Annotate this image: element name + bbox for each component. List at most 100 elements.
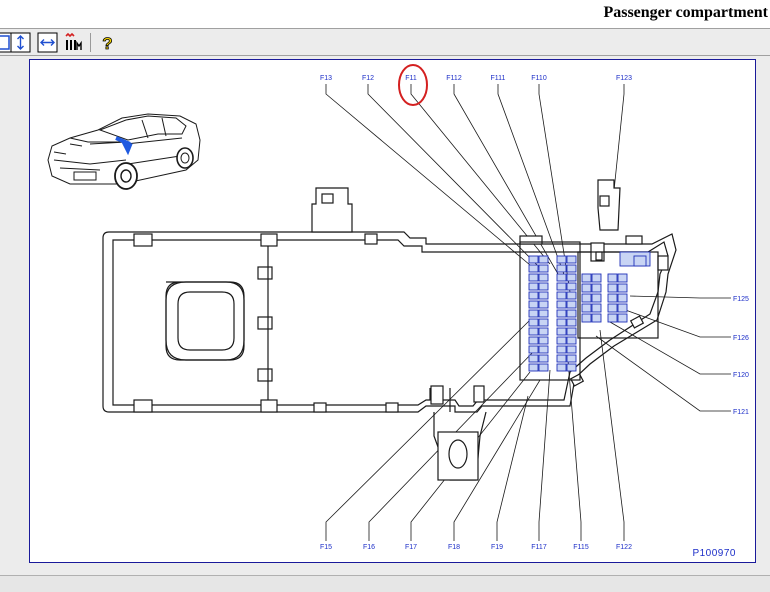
title-bar: Passenger compartment bbox=[0, 0, 770, 28]
fuse-slot bbox=[566, 345, 577, 354]
fuse-slot bbox=[528, 291, 539, 300]
fuse-label-f112: F112 bbox=[446, 75, 462, 82]
fuse-slot bbox=[538, 255, 549, 264]
fuse-slot bbox=[556, 318, 567, 327]
fuse-slot bbox=[617, 303, 628, 313]
fuse-slot bbox=[538, 318, 549, 327]
fuse-slot bbox=[581, 273, 592, 283]
fuse-slot bbox=[591, 313, 602, 323]
fuse-slot bbox=[566, 327, 577, 336]
fuse-label-f126: F126 bbox=[733, 335, 749, 342]
fuse-label-f111: F111 bbox=[491, 75, 506, 82]
fuse-slot bbox=[607, 273, 618, 283]
leader-line-f121 bbox=[595, 335, 731, 412]
fuse-slot bbox=[607, 313, 618, 323]
fuse-slot bbox=[566, 309, 577, 318]
fuse-slot bbox=[538, 309, 549, 318]
fuse-slot bbox=[566, 336, 577, 345]
fuse-label-f13: F13 bbox=[320, 75, 332, 82]
fuse-slot bbox=[556, 309, 567, 318]
fit-height-button[interactable] bbox=[10, 32, 31, 53]
fuse-slot bbox=[556, 336, 567, 345]
fuse-slot bbox=[591, 293, 602, 303]
fuse-slot bbox=[528, 255, 539, 264]
fuse-slot bbox=[556, 282, 567, 291]
fuse-label-f125: F125 bbox=[733, 296, 749, 303]
fuse-slot bbox=[581, 303, 592, 313]
fuse-label-f15: F15 bbox=[320, 544, 332, 551]
reference-code: P100970 bbox=[692, 548, 736, 559]
fuse-label-f115: F115 bbox=[573, 544, 589, 551]
leader-line-f122 bbox=[599, 329, 625, 541]
help-button[interactable]: ? bbox=[97, 32, 118, 53]
fuse-label-f120: F120 bbox=[733, 372, 749, 379]
leader-line-f117 bbox=[538, 369, 551, 541]
fuse-slot bbox=[538, 363, 549, 372]
fuse-slot bbox=[556, 291, 567, 300]
fuse-label-f122: F122 bbox=[616, 544, 632, 551]
leader-line-f15 bbox=[325, 319, 531, 541]
fuse-slot bbox=[538, 354, 549, 363]
fuse-slot bbox=[538, 273, 549, 282]
fit-height-icon bbox=[10, 32, 31, 53]
fuse-slot bbox=[528, 318, 539, 327]
fuse-label-f16: F16 bbox=[363, 544, 375, 551]
fuse-label-f123: F123 bbox=[616, 75, 632, 82]
fuse-label-f117: F117 bbox=[531, 544, 547, 551]
fuse-slot bbox=[556, 363, 567, 372]
leader-line-f13 bbox=[325, 84, 531, 266]
fuse-label-f110: F110 bbox=[531, 75, 547, 82]
leader-line-f112 bbox=[453, 84, 559, 275]
leader-line-f115 bbox=[567, 359, 582, 541]
fuse-slot bbox=[538, 264, 549, 273]
fuse-list-button[interactable] bbox=[63, 32, 84, 53]
fuse-slot bbox=[528, 282, 539, 291]
fuse-slot bbox=[528, 273, 539, 282]
fuse-slot bbox=[528, 345, 539, 354]
fuse-slot bbox=[538, 345, 549, 354]
fuse-slot bbox=[566, 282, 577, 291]
fit-width-button[interactable] bbox=[37, 32, 58, 53]
fuse-label-f18: F18 bbox=[448, 544, 460, 551]
fuse-slot bbox=[617, 313, 628, 323]
fuse-slot bbox=[591, 303, 602, 313]
fuse-slot bbox=[566, 363, 577, 372]
fit-width-icon bbox=[37, 32, 58, 53]
fuse-slot bbox=[528, 354, 539, 363]
window-title: Passenger compartment bbox=[603, 4, 768, 21]
status-bar bbox=[0, 575, 770, 592]
fuse-slot bbox=[528, 300, 539, 309]
fuse-slot bbox=[556, 255, 567, 264]
fuse-slot bbox=[566, 300, 577, 309]
highlighted-fuse-marker bbox=[398, 64, 428, 106]
fuse-slot bbox=[581, 313, 592, 323]
fuse-slot bbox=[581, 293, 592, 303]
fuse-slot bbox=[566, 291, 577, 300]
fuse-slot bbox=[591, 283, 602, 293]
fuse-slot bbox=[556, 354, 567, 363]
fuse-label-f12: F12 bbox=[362, 75, 374, 82]
relay-slot bbox=[633, 255, 647, 267]
car-locator-illustration bbox=[47, 113, 201, 190]
fuse-box-diagram-panel: F13 F12 F11 F112 F111 F110 F123 F15 F16 F17 F18 F19… bbox=[29, 59, 756, 563]
fuse-slot bbox=[528, 327, 539, 336]
fuse-slot bbox=[556, 264, 567, 273]
fuse-label-f19: F19 bbox=[491, 544, 503, 551]
help-icon: ? bbox=[97, 32, 118, 53]
fuse-slot bbox=[538, 282, 549, 291]
fuse-slot bbox=[556, 345, 567, 354]
fuse-slot bbox=[528, 336, 539, 345]
fuse-slot bbox=[607, 293, 618, 303]
fuse-slot bbox=[566, 264, 577, 273]
leader-line-f125 bbox=[629, 295, 731, 299]
fuse-slot bbox=[528, 264, 539, 273]
fuse-slots bbox=[528, 251, 651, 372]
fuse-slot bbox=[528, 309, 539, 318]
fuse-slot bbox=[538, 336, 549, 345]
fuse-slot bbox=[556, 300, 567, 309]
fuse-box-diagram: F13 F12 F11 F112 F111 F110 F123 F15 F16 F17 F18 F19… bbox=[47, 64, 749, 559]
fuse-slot bbox=[538, 291, 549, 300]
leader-line-f19 bbox=[496, 395, 529, 541]
fuse-slot bbox=[556, 273, 567, 282]
svg-text:?: ? bbox=[102, 34, 112, 53]
